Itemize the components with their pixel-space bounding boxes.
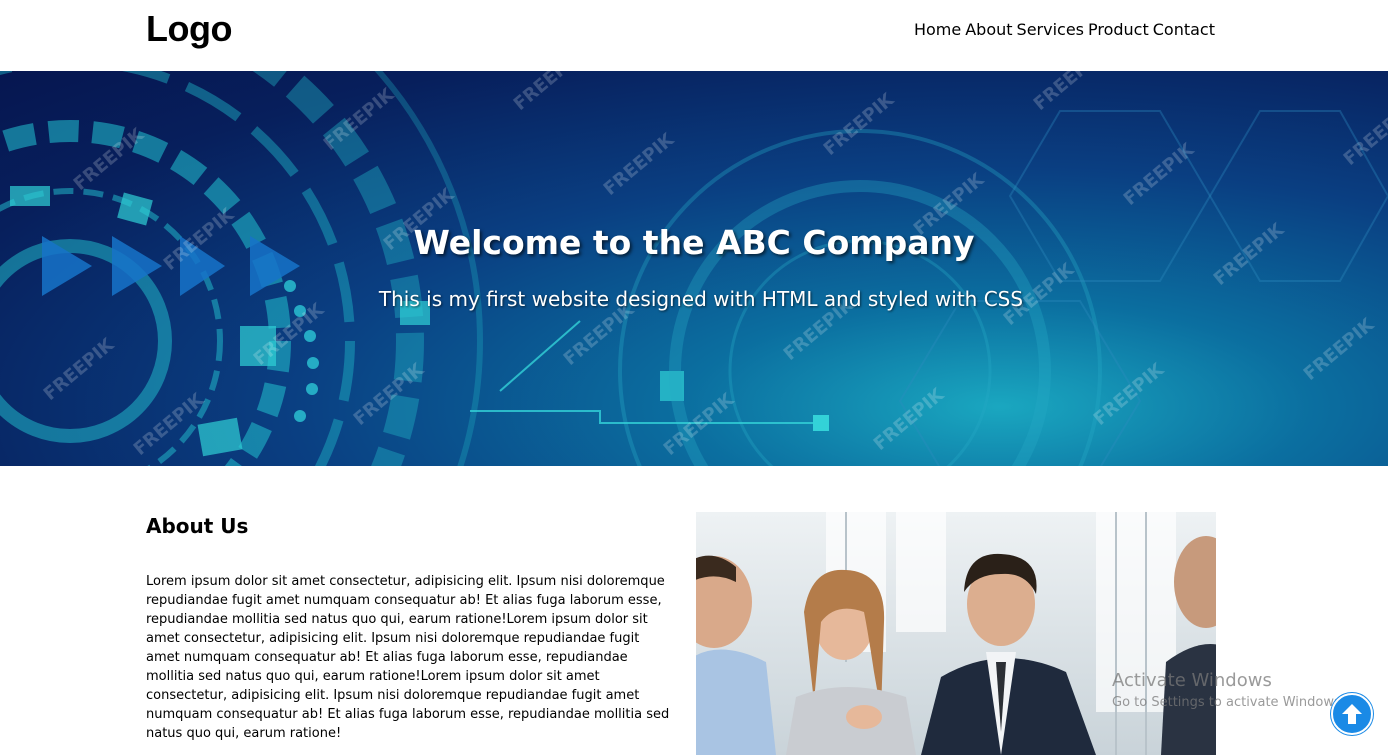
- scroll-top-button[interactable]: [1331, 693, 1373, 735]
- svg-text:FREEPIK: FREEPIK: [1120, 139, 1199, 210]
- svg-text:FREEPIK: FREEPIK: [1300, 314, 1379, 385]
- nav-contact[interactable]: Contact: [1153, 20, 1215, 39]
- activate-windows-hint: Go to Settings to activate Windows.: [1112, 695, 1345, 710]
- hero-title: Welcome to the ABC Company: [413, 223, 975, 262]
- about-paragraph: Lorem ipsum dolor sit amet consectetur, …: [146, 574, 670, 741]
- nav-about[interactable]: About: [965, 20, 1012, 39]
- hero-banner: FREEPIK FREEPIK FREEPIK FREEPIK FREEPIK …: [0, 71, 1388, 466]
- site-header: Logo Home About Services Product Contact: [0, 0, 1388, 71]
- team-meeting-photo: [696, 512, 1216, 755]
- svg-text:FREEPIK: FREEPIK: [1340, 99, 1388, 170]
- activate-windows-text: Activate Windows: [1112, 670, 1272, 691]
- arrow-up-icon: [1342, 704, 1362, 724]
- svg-text:FREEPIK: FREEPIK: [40, 334, 119, 405]
- nav-home[interactable]: Home: [914, 20, 961, 39]
- svg-text:FREEPIK: FREEPIK: [600, 129, 679, 200]
- hero-background-image: FREEPIK FREEPIK FREEPIK FREEPIK FREEPIK …: [0, 71, 1388, 466]
- nav-product[interactable]: Product: [1088, 20, 1149, 39]
- svg-text:FREEPIK: FREEPIK: [820, 89, 899, 160]
- nav-services[interactable]: Services: [1017, 20, 1084, 39]
- about-heading: About Us: [146, 514, 249, 538]
- main-nav: Home About Services Product Contact: [914, 20, 1215, 39]
- hero-subtitle: This is my first website designed with H…: [378, 287, 1024, 311]
- logo[interactable]: Logo: [146, 8, 232, 50]
- svg-text:FREEPIK: FREEPIK: [510, 71, 589, 115]
- svg-text:FREEPIK: FREEPIK: [1030, 71, 1109, 115]
- svg-text:FREEPIK: FREEPIK: [870, 384, 949, 455]
